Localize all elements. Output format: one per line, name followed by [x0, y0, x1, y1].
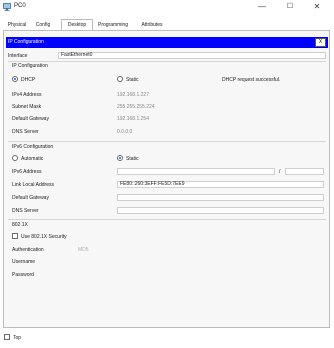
pc-icon — [3, 3, 11, 11]
interface-label: Interface — [8, 53, 28, 59]
ipv6-gateway-input[interactable] — [117, 194, 324, 201]
tab-attributes[interactable]: Attributes — [137, 20, 167, 30]
top-label: Top — [13, 335, 22, 341]
static-radio[interactable] — [117, 76, 123, 82]
default-gateway-field[interactable]: 192.168.1.254 — [117, 116, 149, 122]
ip-config-close-button[interactable]: X — [315, 38, 326, 47]
section-divider — [8, 141, 326, 142]
dns-server-label: DNS Server — [12, 129, 39, 135]
link-local-input[interactable]: FE80::260:3EFF:FE5D:7EE9 — [117, 181, 324, 188]
interface-select[interactable]: FastEthernet0 — [58, 52, 326, 59]
section-divider — [8, 61, 326, 62]
title-bar: PC0 — ☐ ✕ — [0, 0, 334, 13]
subnet-mask-field[interactable]: 255.255.255.224 — [117, 104, 155, 110]
tab-config[interactable]: Config — [33, 20, 53, 30]
close-window-button[interactable]: ✕ — [305, 1, 329, 12]
dns-server-field[interactable]: 0.0.0.0 — [117, 129, 132, 135]
static-ipv6-radio[interactable] — [117, 155, 123, 161]
dhcp-label: DHCP — [21, 77, 36, 83]
top-checkbox[interactable] — [4, 334, 10, 340]
automatic-radio[interactable] — [12, 155, 18, 161]
ipv6-gateway-label: Default Gateway — [12, 195, 49, 201]
tab-physical[interactable]: Physical — [5, 20, 29, 30]
ipv6-dns-input[interactable] — [117, 207, 324, 214]
window-title: PC0 — [14, 3, 26, 9]
desktop-panel — [3, 30, 330, 328]
prefix-separator: / — [279, 169, 281, 175]
ip-config-header: IP Configuration X — [6, 37, 328, 48]
bottom-bar: Top — [0, 330, 334, 348]
dot1x-section-title: 802.1X — [12, 222, 28, 228]
ipv6-section-title: IPv6 Configuration — [12, 144, 54, 150]
authentication-select[interactable]: MD5 — [78, 247, 89, 253]
section-divider — [8, 219, 326, 220]
ipv4-address-field[interactable]: 192.168.1.227 — [117, 92, 149, 98]
minimize-button[interactable]: — — [250, 1, 274, 12]
dhcp-radio[interactable] — [12, 76, 18, 82]
ipv4-section-title: IP Configuration — [12, 63, 48, 69]
use-dot1x-checkbox[interactable] — [12, 233, 18, 239]
maximize-button[interactable]: ☐ — [278, 1, 302, 12]
ipv4-address-label: IPv4 Address — [12, 92, 42, 98]
ipv6-prefix-input[interactable] — [285, 168, 324, 175]
tab-programming[interactable]: Programming — [95, 20, 131, 30]
static-ipv6-label: Static — [126, 156, 139, 162]
link-local-label: Link Local Address — [12, 182, 54, 188]
authentication-label: Authentication — [12, 247, 44, 253]
ip-config-title: IP Configuration — [8, 39, 44, 45]
ipv6-dns-label: DNS Server — [12, 208, 39, 214]
use-dot1x-label: Use 802.1X Security — [21, 234, 67, 240]
username-label: Username — [12, 259, 36, 265]
static-label: Static — [126, 77, 139, 83]
automatic-label: Automatic — [21, 156, 44, 162]
password-label: Password — [12, 272, 34, 278]
default-gateway-label: Default Gateway — [12, 116, 49, 122]
ipv6-address-input[interactable] — [117, 168, 275, 175]
dhcp-status-text: DHCP request successful. — [222, 77, 281, 83]
subnet-mask-label: Subnet Mask — [12, 104, 42, 110]
ipv6-address-label: IPv6 Address — [12, 169, 42, 175]
